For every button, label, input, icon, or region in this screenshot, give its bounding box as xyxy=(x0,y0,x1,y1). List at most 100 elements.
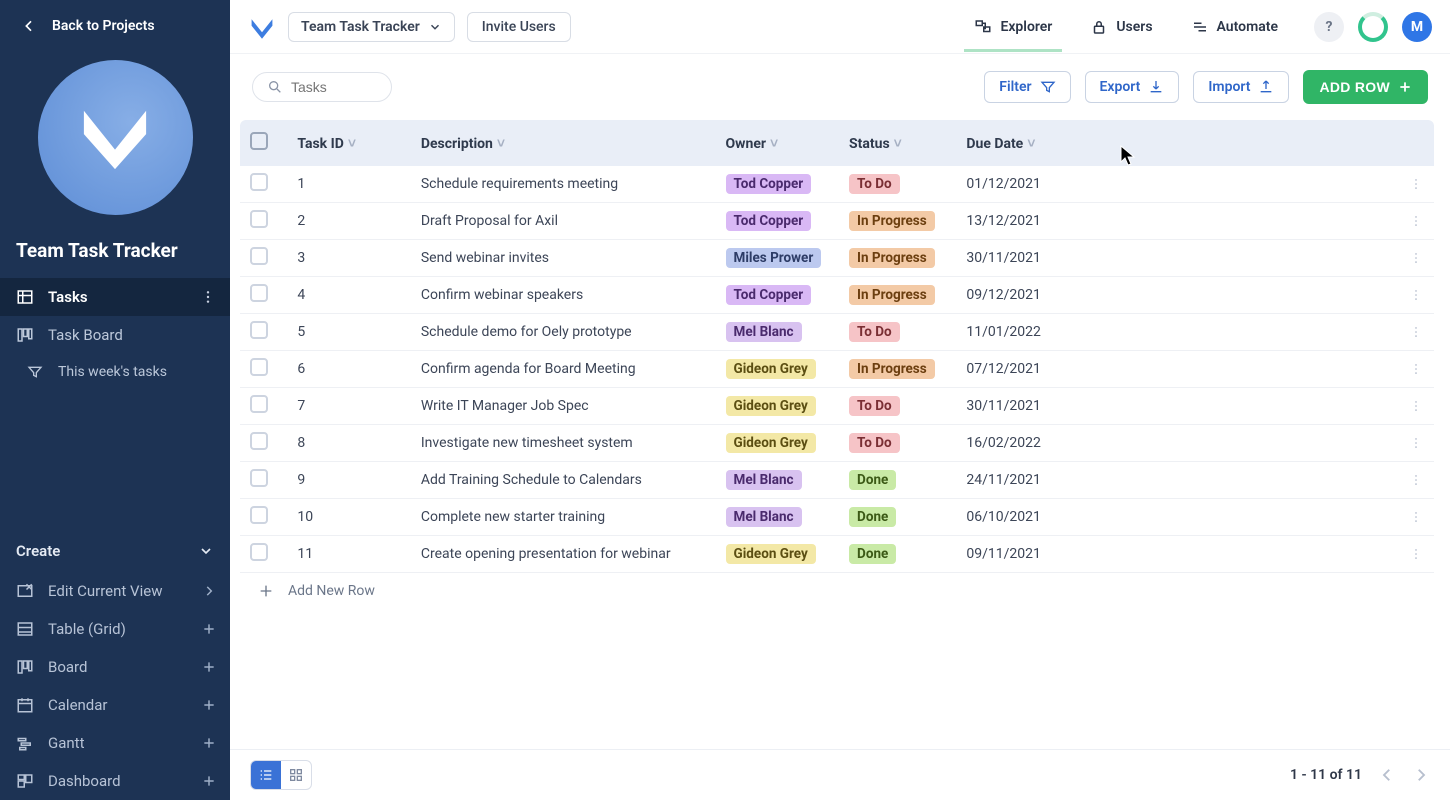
cell-duedate: 30/11/2021 xyxy=(956,240,1399,277)
table-row[interactable]: 1Schedule requirements meetingTod Copper… xyxy=(240,166,1434,203)
row-actions[interactable] xyxy=(1399,462,1434,499)
table-row[interactable]: 4Confirm webinar speakersTod CopperIn Pr… xyxy=(240,277,1434,314)
invite-users-button[interactable]: Invite Users xyxy=(467,12,571,42)
download-icon xyxy=(1148,79,1164,95)
row-checkbox[interactable] xyxy=(240,240,287,277)
col-description[interactable]: Description˅ xyxy=(411,120,716,166)
row-checkbox[interactable] xyxy=(240,499,287,536)
search-input-wrap[interactable] xyxy=(252,72,392,102)
view-type-icon xyxy=(14,582,36,600)
help-button[interactable]: ? xyxy=(1314,12,1344,42)
cell-status: In Progress xyxy=(839,277,956,314)
table-row[interactable]: 7Write IT Manager Job SpecGideon GreyTo … xyxy=(240,388,1434,425)
row-checkbox[interactable] xyxy=(240,314,287,351)
filter-button[interactable]: Filter xyxy=(984,71,1070,103)
row-checkbox[interactable] xyxy=(240,425,287,462)
sidebar-item-task-board[interactable]: Task Board xyxy=(0,316,230,354)
col-duedate[interactable]: Due Date˅ xyxy=(956,120,1399,166)
user-avatar[interactable]: M xyxy=(1402,12,1432,42)
sort-icon: ˅ xyxy=(1027,136,1035,152)
table-row[interactable]: 9Add Training Schedule to CalendarsMel B… xyxy=(240,462,1434,499)
row-actions[interactable] xyxy=(1399,166,1434,203)
row-checkbox[interactable] xyxy=(240,203,287,240)
cell-status: In Progress xyxy=(839,203,956,240)
filter-icon xyxy=(1040,79,1056,95)
create-table-grid-[interactable]: Table (Grid) xyxy=(0,610,230,648)
row-actions[interactable] xyxy=(1399,314,1434,351)
row-checkbox[interactable] xyxy=(240,277,287,314)
list-view-toggle[interactable] xyxy=(251,761,281,789)
row-checkbox[interactable] xyxy=(240,388,287,425)
cell-status: Done xyxy=(839,462,956,499)
search-input[interactable] xyxy=(291,79,371,95)
create-gantt[interactable]: Gantt xyxy=(0,724,230,762)
export-button[interactable]: Export xyxy=(1085,71,1180,103)
grid-icon xyxy=(14,326,36,344)
cell-description: Add Training Schedule to Calendars xyxy=(411,462,716,499)
cell-owner: Gideon Grey xyxy=(716,536,840,573)
table-row[interactable]: 11Create opening presentation for webina… xyxy=(240,536,1434,573)
col-status[interactable]: Status˅ xyxy=(839,120,956,166)
plus-icon xyxy=(202,736,216,750)
add-row-button[interactable]: ADD ROW xyxy=(1303,70,1428,104)
table-row[interactable]: 2Draft Proposal for AxilTod CopperIn Pro… xyxy=(240,203,1434,240)
table-row[interactable]: 8Investigate new timesheet systemGideon … xyxy=(240,425,1434,462)
create-dashboard[interactable]: Dashboard xyxy=(0,762,230,800)
chevron-down-icon xyxy=(198,543,214,559)
topnav-automate[interactable]: Automate xyxy=(1187,4,1282,50)
cell-status: In Progress xyxy=(839,240,956,277)
topnav-explorer[interactable]: Explorer xyxy=(970,4,1056,50)
plus-icon xyxy=(202,698,216,712)
sidebar-item-this-week-s-tasks[interactable]: This week's tasks xyxy=(0,354,230,390)
cell-description: Create opening presentation for webinar xyxy=(411,536,716,573)
kebab-icon[interactable] xyxy=(200,289,216,305)
add-new-row[interactable]: Add New Row xyxy=(240,573,1444,609)
topnav-users[interactable]: Users xyxy=(1086,4,1156,50)
row-actions[interactable] xyxy=(1399,277,1434,314)
prev-page[interactable] xyxy=(1378,766,1396,784)
row-actions[interactable] xyxy=(1399,388,1434,425)
create-item-label: Dashboard xyxy=(48,772,121,790)
table-row[interactable]: 3Send webinar invitesMiles ProwerIn Prog… xyxy=(240,240,1434,277)
table-row[interactable]: 10Complete new starter trainingMel Blanc… xyxy=(240,499,1434,536)
table-row[interactable]: 5Schedule demo for Oely prototypeMel Bla… xyxy=(240,314,1434,351)
header-checkbox[interactable] xyxy=(240,120,287,166)
next-page[interactable] xyxy=(1412,766,1430,784)
row-checkbox[interactable] xyxy=(240,351,287,388)
create-header[interactable]: Create xyxy=(0,530,230,572)
cell-description: Write IT Manager Job Spec xyxy=(411,388,716,425)
cell-task-id: 8 xyxy=(287,425,411,462)
create-calendar[interactable]: Calendar xyxy=(0,686,230,724)
col-owner[interactable]: Owner˅ xyxy=(716,120,840,166)
row-actions[interactable] xyxy=(1399,240,1434,277)
row-checkbox[interactable] xyxy=(240,536,287,573)
row-actions[interactable] xyxy=(1399,203,1434,240)
row-actions[interactable] xyxy=(1399,499,1434,536)
cell-owner: Gideon Grey xyxy=(716,351,840,388)
topnav-label: Automate xyxy=(1217,19,1278,35)
col-task-id[interactable]: Task ID˅ xyxy=(287,120,411,166)
row-checkbox[interactable] xyxy=(240,166,287,203)
cell-description: Send webinar invites xyxy=(411,240,716,277)
row-actions[interactable] xyxy=(1399,351,1434,388)
cell-task-id: 7 xyxy=(287,388,411,425)
main: Team Task Tracker Invite Users Explorer U… xyxy=(230,0,1450,800)
cell-owner: Mel Blanc xyxy=(716,314,840,351)
table-row[interactable]: 6Confirm agenda for Board MeetingGideon … xyxy=(240,351,1434,388)
cell-owner: Gideon Grey xyxy=(716,388,840,425)
sidebar-item-tasks[interactable]: Tasks xyxy=(0,278,230,316)
cell-task-id: 6 xyxy=(287,351,411,388)
row-checkbox[interactable] xyxy=(240,462,287,499)
grid-view-toggle[interactable] xyxy=(281,761,311,789)
project-selector[interactable]: Team Task Tracker xyxy=(288,12,455,42)
create-board[interactable]: Board xyxy=(0,648,230,686)
upload-icon xyxy=(1258,79,1274,95)
back-to-projects[interactable]: Back to Projects xyxy=(0,0,230,52)
cell-status: In Progress xyxy=(839,351,956,388)
row-actions[interactable] xyxy=(1399,425,1434,462)
row-actions[interactable] xyxy=(1399,536,1434,573)
import-button[interactable]: Import xyxy=(1193,71,1289,103)
cell-description: Schedule requirements meeting xyxy=(411,166,716,203)
chevron-left-icon xyxy=(18,18,40,34)
create-edit-current-view[interactable]: Edit Current View xyxy=(0,572,230,610)
